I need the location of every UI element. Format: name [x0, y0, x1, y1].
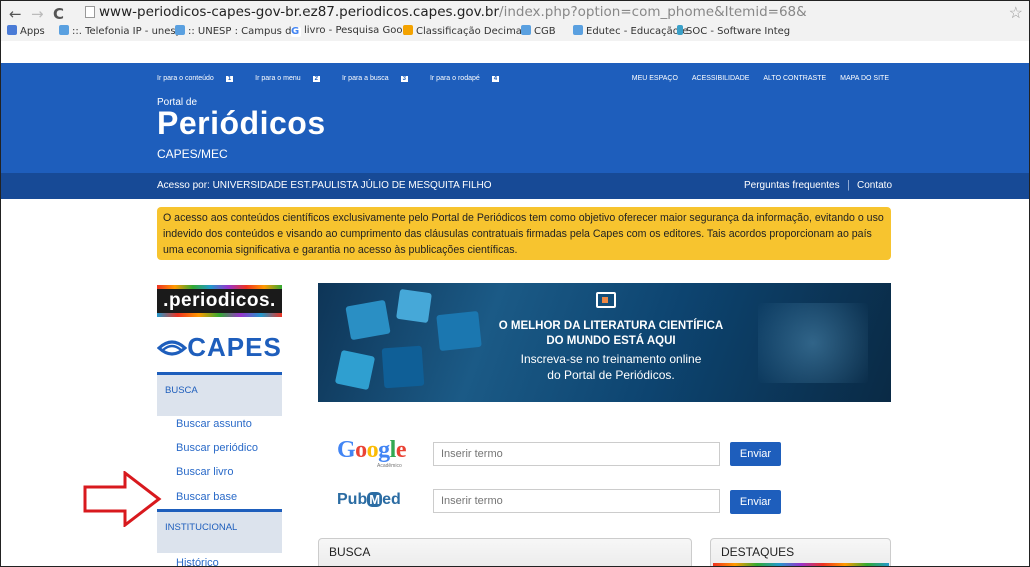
training-monitor-icon [596, 292, 616, 308]
google-icon: G [291, 26, 301, 37]
top-links: MEU ESPAÇO ACESSIBILIDADE ALTO CONTRASTE… [620, 75, 889, 82]
sidebar-link-buscar-base[interactable]: Buscar base [176, 491, 237, 503]
google-scholar-sublabel: Acadêmico [377, 463, 402, 469]
bookmark-label: Apps [20, 26, 45, 37]
access-text: Acesso por: UNIVERSIDADE EST.PAULISTA JÚ… [157, 180, 492, 191]
banner-headline-line: DO MUNDO ESTÁ AQUI [546, 335, 676, 347]
link-alto-contraste[interactable]: ALTO CONTRASTE [763, 75, 826, 82]
pubmed-logo: Pub Med [337, 491, 401, 509]
banner-sub-line: Inscreva-se no treinamento online [520, 352, 702, 366]
pubmed-search-input[interactable] [433, 489, 720, 513]
bookmark-star-icon[interactable]: ☆ [1009, 3, 1023, 23]
skip-links: Ir para o conteúdo 1 Ir para o menu 2 Ir p… [157, 75, 519, 82]
banner-network-glow [758, 303, 868, 383]
pubmed-logo-pub: Pub [337, 491, 368, 508]
bookmark-unesp[interactable]: :: UNESP : Campus de [175, 25, 298, 37]
destaques-panel-title: DESTAQUES [721, 545, 795, 559]
sidebar-link-historico[interactable]: Histórico [176, 557, 219, 566]
periodicos-logo[interactable]: .periodicos. [157, 285, 282, 317]
url-host: www-periodicos-capes-gov-br.ez87.periodi… [99, 4, 500, 20]
sidebar-heading-busca: BUSCA [157, 372, 282, 416]
bookmark-label: livro - Pesquisa Goog [304, 25, 409, 36]
bookmark-classificacao[interactable]: Classificação Decimal [403, 25, 525, 37]
faq-link[interactable]: Perguntas frequentes [744, 180, 840, 191]
forward-icon[interactable]: → [31, 5, 44, 23]
pubmed-logo-m: M [367, 492, 383, 507]
pubmed-submit-button[interactable]: Enviar [730, 490, 781, 514]
skip-link-content[interactable]: Ir para o conteúdo 1 [157, 75, 243, 82]
soc-icon [677, 25, 683, 35]
globe-icon [59, 25, 69, 35]
link-acessibilidade[interactable]: ACESSIBILIDADE [692, 75, 750, 82]
site-title[interactable]: Periódicos [157, 105, 326, 142]
bookmark-label: SOC - Software Integ [686, 26, 791, 37]
google-scholar-logo: Google [337, 437, 407, 463]
banner-subtext: Inscreva-se no treinamento online do Por… [471, 351, 751, 383]
address-bar[interactable]: www-periodicos-capes-gov-br.ez87.periodi… [81, 4, 1001, 23]
google-scholar-submit-button[interactable]: Enviar [730, 442, 781, 466]
red-arrow-icon [83, 471, 162, 527]
sidebar-heading-institucional: INSTITUCIONAL [157, 509, 282, 553]
capes-logo-text: CAPES [187, 332, 282, 362]
bookmark-label: :: UNESP : Campus de [188, 26, 298, 37]
banner-sub-line: do Portal de Periódicos. [547, 368, 675, 382]
pubmed-logo-ed: ed [382, 491, 401, 508]
skip-link-menu[interactable]: Ir para o menu 2 [255, 75, 330, 82]
globe-icon [573, 25, 583, 35]
back-icon[interactable]: ← [9, 5, 22, 23]
banner-cube [381, 345, 425, 389]
bookmark-livro[interactable]: Glivro - Pesquisa Goog [291, 25, 409, 37]
site-subtitle: CAPES/MEC [157, 147, 228, 161]
bookmark-label: ::. Telefonia IP - unesp [72, 26, 182, 37]
banner-headline: O MELHOR DA LITERATURA CIENTÍFICA DO MUN… [471, 319, 751, 349]
link-separator: | [847, 179, 850, 191]
capes-eye-icon [156, 340, 188, 356]
skip-link-footer[interactable]: Ir para o rodapé 4 [430, 75, 509, 82]
contact-link[interactable]: Contato [857, 180, 892, 191]
sidebar-link-buscar-livro[interactable]: Buscar livro [176, 466, 233, 478]
bookmark-label: Edutec - Educação e [586, 26, 689, 37]
banner-cube [345, 299, 391, 341]
periodicos-logo-text: .periodicos. [163, 290, 276, 311]
globe-icon [175, 25, 185, 35]
bookmark-soc[interactable]: SOC - Software Integ [677, 25, 790, 37]
reload-icon[interactable]: C [53, 5, 64, 23]
link-mapa-do-site[interactable]: MAPA DO SITE [840, 75, 889, 82]
busca-panel-title: BUSCA [329, 545, 371, 559]
skip-link-search[interactable]: Ir para a busca 3 [342, 75, 418, 82]
sidebar-link-buscar-periodico[interactable]: Buscar periódico [176, 442, 258, 454]
bookmark-label: CGB [534, 26, 556, 37]
bookmarks-bar: Apps ::. Telefonia IP - unesp :: UNESP :… [1, 23, 1029, 41]
busca-panel [318, 538, 692, 566]
bookmark-cgb[interactable]: CGB [521, 25, 556, 37]
bookmark-b-icon [403, 25, 413, 35]
globe-icon [521, 25, 531, 35]
bookmark-telefonia[interactable]: ::. Telefonia IP - unesp [59, 25, 182, 37]
bookmark-apps[interactable]: Apps [7, 25, 45, 37]
link-meu-espaco[interactable]: MEU ESPAÇO [632, 75, 678, 82]
bookmark-edutec[interactable]: Edutec - Educação e [573, 25, 688, 37]
banner-cube [334, 349, 376, 391]
bookmark-label: Classificação Decimal [416, 26, 525, 37]
browser-window: ← → C www-periodicos-capes-gov-br.ez87.p… [0, 0, 1030, 567]
destaques-color-strip [713, 563, 889, 566]
capes-logo[interactable]: CAPES [156, 325, 282, 369]
apps-grid-icon [7, 25, 17, 35]
sidebar-link-buscar-assunto[interactable]: Buscar assunto [176, 418, 252, 430]
banner-cube [396, 288, 432, 324]
google-scholar-search-input[interactable] [433, 442, 720, 466]
banner-headline-line: O MELHOR DA LITERATURA CIENTÍFICA [498, 320, 724, 332]
access-notice: O acesso aos conteúdos científicos exclu… [157, 207, 891, 260]
url-path: /index.php?option=com_phome&Itemid=68& [499, 4, 807, 20]
